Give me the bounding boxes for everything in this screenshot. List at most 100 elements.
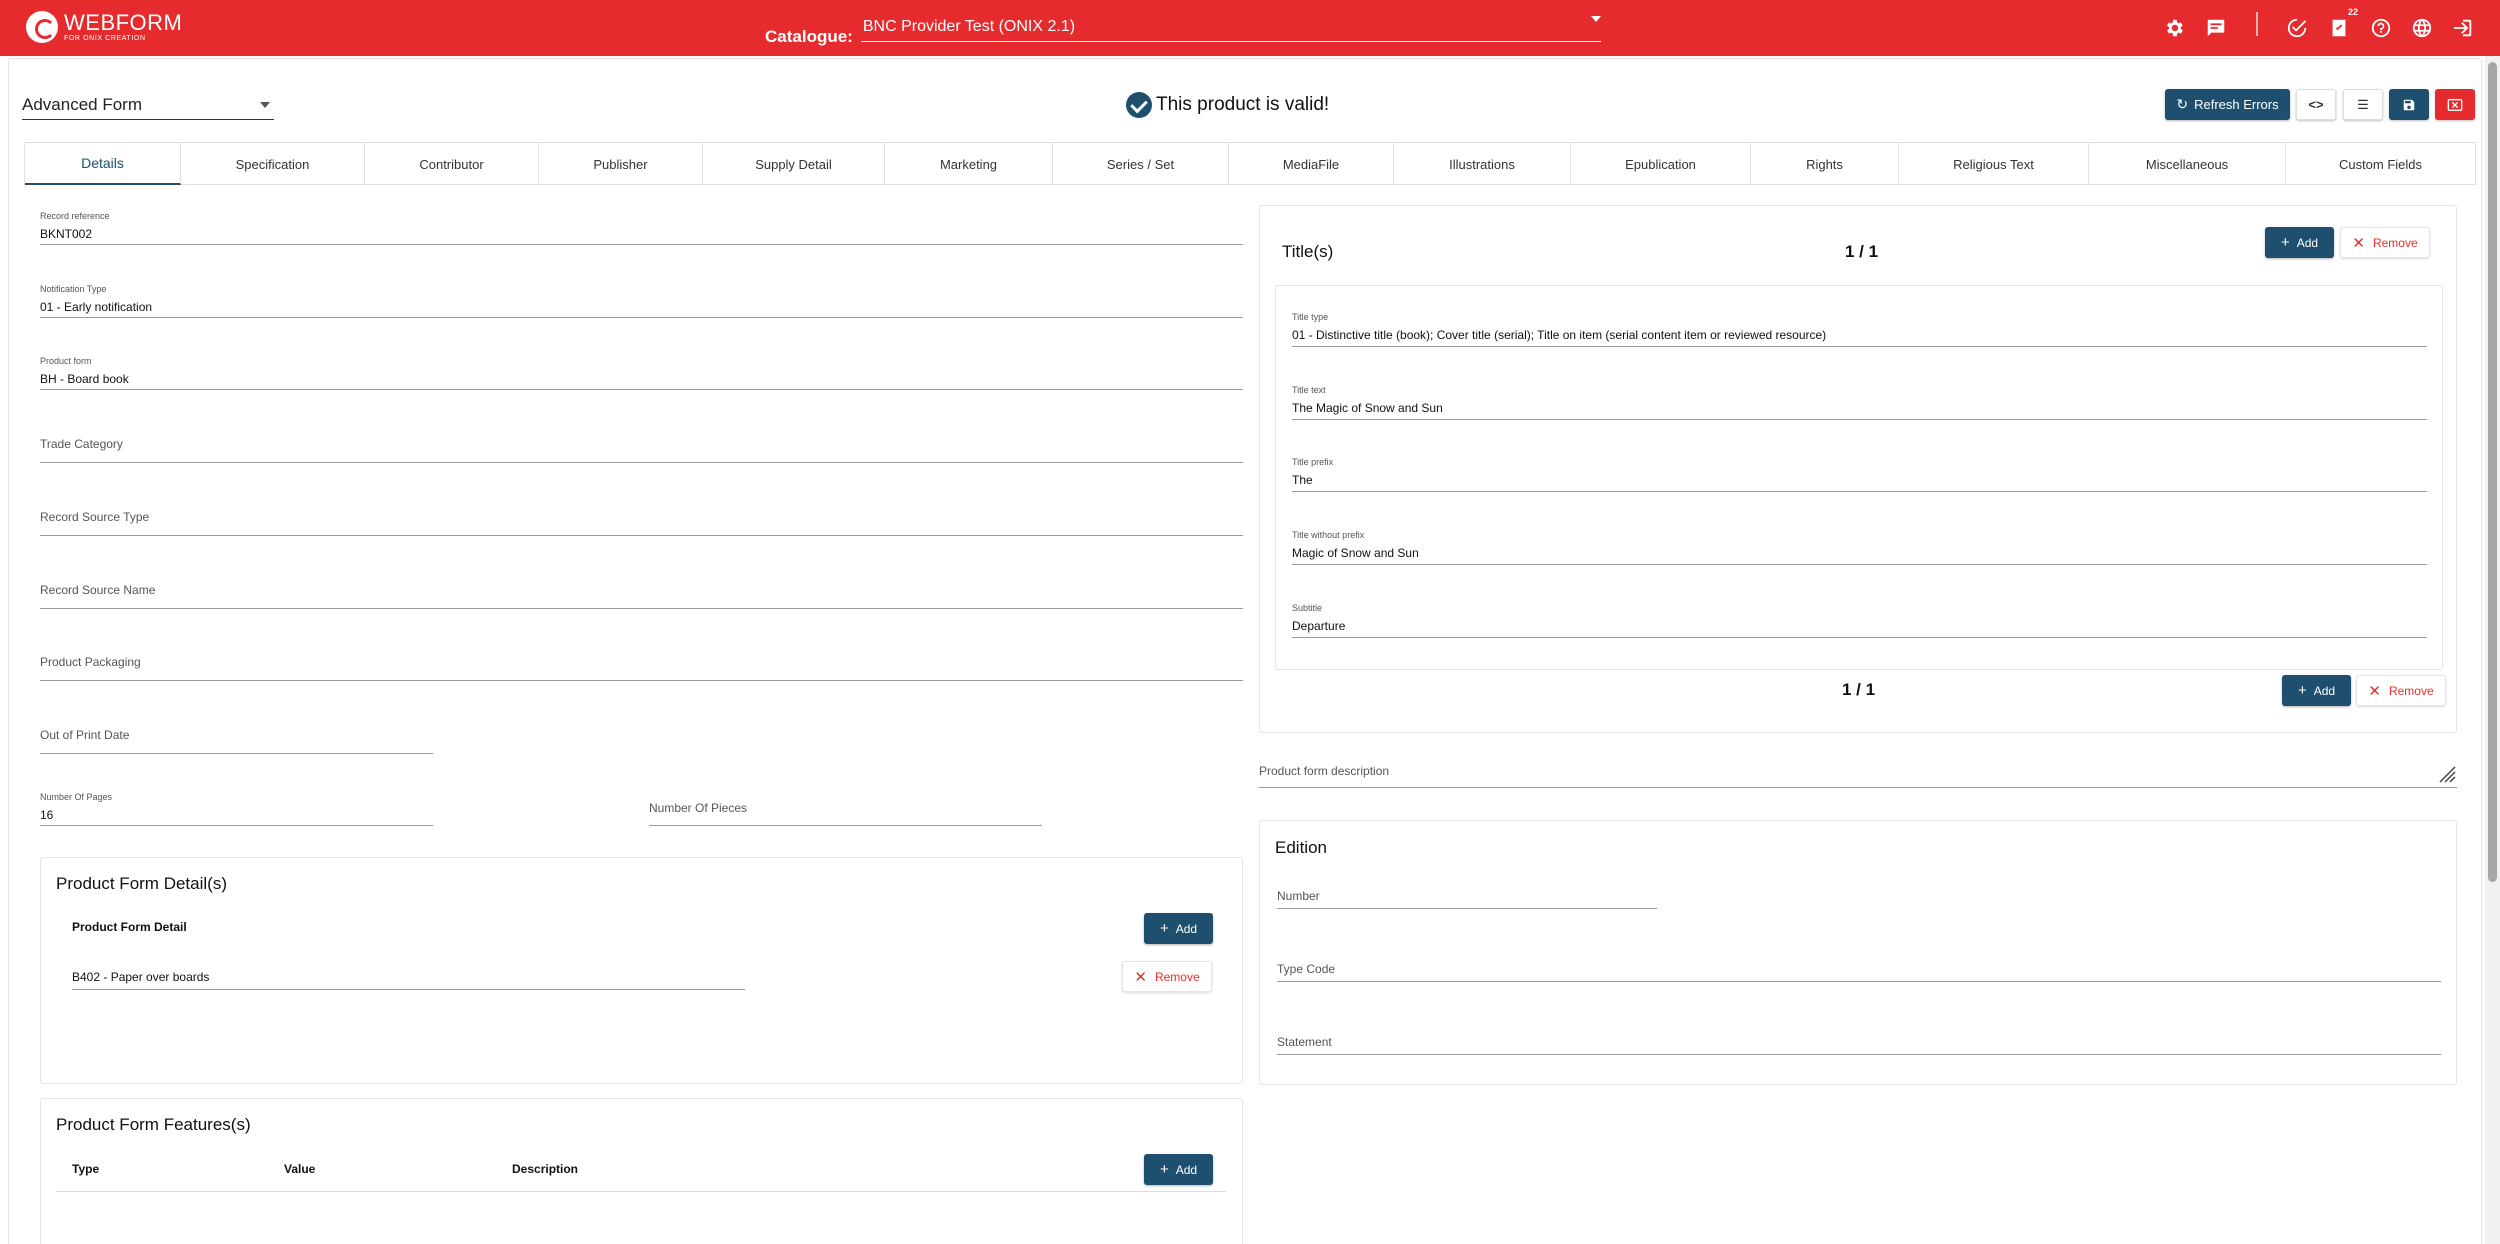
edition-panel: Edition Number Type Code Statement (1259, 820, 2457, 1085)
tab-publisher[interactable]: Publisher (539, 143, 703, 185)
refresh-icon: ↻ (2176, 96, 2189, 112)
number-of-pages-field[interactable]: Number Of Pages 16 (40, 791, 433, 826)
edition-type-code-field[interactable]: Type Code (1277, 947, 2441, 982)
number-of-pages-value: 16 (40, 808, 54, 822)
tab-miscellaneous[interactable]: Miscellaneous (2089, 143, 2286, 185)
edition-statement-field[interactable]: Statement (1277, 1020, 2441, 1055)
product-form-value: BH - Board book (40, 372, 129, 386)
tab-marketing[interactable]: Marketing (885, 143, 1053, 185)
title-without-prefix-field[interactable]: Title without prefix Magic of Snow and S… (1292, 529, 2427, 565)
tab-contributor[interactable]: Contributor (365, 143, 539, 185)
subtitle-field[interactable]: Subtitle Departure (1292, 602, 2427, 638)
product-form-features-title: Product Form Features(s) (56, 1115, 251, 1134)
help-icon[interactable] (2368, 15, 2394, 41)
catalogue-value: BNC Provider Test (ONIX 2.1) (862, 18, 1076, 35)
remove-label: Remove (2388, 683, 2434, 698)
trade-category-placeholder: Trade Category (40, 437, 123, 451)
record-source-type-placeholder: Record Source Type (40, 510, 150, 524)
edition-title: Edition (1275, 838, 1327, 857)
tab-rights[interactable]: Rights (1751, 143, 1899, 185)
tab-epublication[interactable]: Epublication (1571, 143, 1751, 185)
add-title-button-bottom[interactable]: + Add (2282, 675, 2351, 706)
tab-illustrations[interactable]: Illustrations (1394, 143, 1571, 185)
check-circle-icon[interactable] (2284, 15, 2310, 41)
gear-icon[interactable] (2161, 15, 2187, 41)
catalogue-selector: Catalogue: BNC Provider Test (ONIX 2.1) (765, 14, 1601, 47)
tab-religious-text[interactable]: Religious Text (1899, 143, 2089, 185)
tab-supply-detail[interactable]: Supply Detail (703, 143, 885, 185)
list-view-button[interactable]: ☰ (2343, 89, 2383, 120)
list-icon: ☰ (2357, 96, 2369, 112)
edition-number-placeholder: Number (1277, 889, 1320, 903)
product-packaging-field[interactable]: Product Packaging (40, 646, 1243, 681)
scrollbar-thumb[interactable] (2488, 62, 2497, 882)
out-of-print-date-field[interactable]: Out of Print Date (40, 719, 433, 754)
tab-details[interactable]: Details (25, 143, 181, 185)
record-source-name-placeholder: Record Source Name (40, 583, 156, 597)
notification-type-field[interactable]: Notification Type 01 - Early notificatio… (40, 283, 1243, 318)
add-label: Add (1175, 921, 1198, 936)
resize-handle-icon[interactable] (2436, 763, 2456, 783)
chat-icon[interactable] (2203, 15, 2229, 41)
refresh-errors-button[interactable]: ↻ Refresh Errors (2165, 89, 2290, 120)
title-prefix-field[interactable]: Title prefix The (1292, 456, 2427, 492)
form-mode-select[interactable]: Advanced Form (22, 92, 274, 120)
notification-type-label: Notification Type (40, 284, 107, 294)
remove-title-button[interactable]: ✕ Remove (2340, 227, 2430, 258)
add-product-form-detail-button[interactable]: + Add (1144, 913, 1213, 944)
product-form-detail-field[interactable]: B402 - Paper over boards (72, 963, 745, 990)
save-button[interactable] (2389, 89, 2429, 120)
tab-bar: Details Specification Contributor Publis… (24, 142, 2476, 185)
product-packaging-placeholder: Product Packaging (40, 655, 141, 669)
close-icon: ✕ (1134, 968, 1147, 986)
tab-custom-fields[interactable]: Custom Fields (2286, 143, 2475, 185)
titles-title: Title(s) (1282, 242, 1334, 261)
titles-counter-bottom: 1 / 1 (1842, 680, 1876, 699)
tab-series-set[interactable]: Series / Set (1053, 143, 1229, 185)
product-form-detail-value: B402 - Paper over boards (72, 970, 210, 984)
refresh-errors-label: Refresh Errors (2194, 97, 2279, 112)
title-entry: Title type 01 - Distinctive title (book)… (1275, 285, 2443, 670)
record-reference-value: BKNT002 (40, 227, 93, 241)
logo[interactable]: WEBFORM FOR ONIX CREATION (26, 11, 182, 43)
subtitle-value: Departure (1292, 619, 1346, 633)
number-of-pieces-field[interactable]: Number Of Pieces (649, 791, 1042, 826)
title-prefix-label: Title prefix (1292, 457, 1334, 467)
chevron-down-icon (1590, 16, 1601, 22)
column-type: Type (72, 1162, 100, 1176)
remove-title-button-bottom[interactable]: ✕ Remove (2356, 675, 2446, 706)
code-view-button[interactable]: <> (2296, 89, 2336, 120)
tab-specification[interactable]: Specification (181, 143, 365, 185)
product-form-description-textarea[interactable]: Product form description (1259, 752, 2457, 788)
record-source-name-field[interactable]: Record Source Name (40, 574, 1243, 609)
logo-subtitle: FOR ONIX CREATION (64, 35, 146, 42)
record-reference-field[interactable]: Record reference BKNT002 (40, 210, 1243, 245)
edition-number-field[interactable]: Number (1277, 874, 1657, 909)
task-icon[interactable]: 22 (2326, 7, 2358, 41)
product-form-detail-subtitle: Product Form Detail (72, 920, 187, 934)
globe-icon[interactable] (2409, 15, 2435, 41)
catalogue-select[interactable]: BNC Provider Test (ONIX 2.1) (860, 14, 1601, 42)
titles-panel: Title(s) 1 / 1 + Add ✕ Remove Title type… (1259, 205, 2457, 733)
record-source-type-field[interactable]: Record Source Type (40, 501, 1243, 536)
product-form-label: Product form (40, 356, 92, 366)
plus-icon: + (1159, 1161, 1169, 1178)
record-reference-label: Record reference (40, 211, 110, 221)
add-product-form-feature-button[interactable]: + Add (1144, 1154, 1213, 1185)
product-form-details-panel: Product Form Detail(s) Product Form Deta… (40, 857, 1243, 1084)
notification-type-value: 01 - Early notification (40, 300, 153, 314)
validation-status: This product is valid! (1126, 92, 1329, 118)
close-button[interactable] (2435, 89, 2475, 120)
task-badge: 22 (2347, 7, 2358, 17)
remove-product-form-detail-button[interactable]: ✕ Remove (1122, 961, 1212, 992)
title-text-field[interactable]: Title text The Magic of Snow and Sun (1292, 384, 2427, 420)
trade-category-field[interactable]: Trade Category (40, 428, 1243, 463)
title-text-value: The Magic of Snow and Sun (1292, 401, 1443, 415)
title-type-field[interactable]: Title type 01 - Distinctive title (book)… (1292, 311, 2427, 347)
exit-icon[interactable] (2450, 15, 2476, 41)
add-title-button[interactable]: + Add (2265, 227, 2334, 258)
plus-icon: + (2297, 682, 2307, 699)
title-without-prefix-label: Title without prefix (1292, 530, 1365, 540)
tab-mediafile[interactable]: MediaFile (1229, 143, 1394, 185)
product-form-field[interactable]: Product form BH - Board book (40, 355, 1243, 390)
